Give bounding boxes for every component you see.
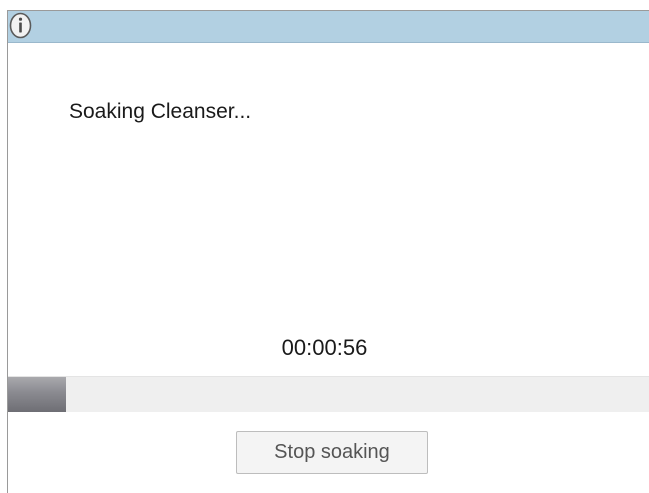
stop-soaking-button[interactable]: Stop soaking bbox=[236, 431, 428, 474]
info-icon bbox=[9, 12, 32, 39]
status-message: Soaking Cleanser... bbox=[69, 100, 252, 123]
progress-fill bbox=[8, 377, 66, 412]
soaking-dialog: Soaking Cleanser... 00:00:56 Stop soakin… bbox=[7, 10, 649, 493]
elapsed-timer: 00:00:56 bbox=[281, 335, 368, 360]
progress-bar bbox=[8, 376, 649, 412]
dialog-titlebar bbox=[8, 11, 649, 43]
